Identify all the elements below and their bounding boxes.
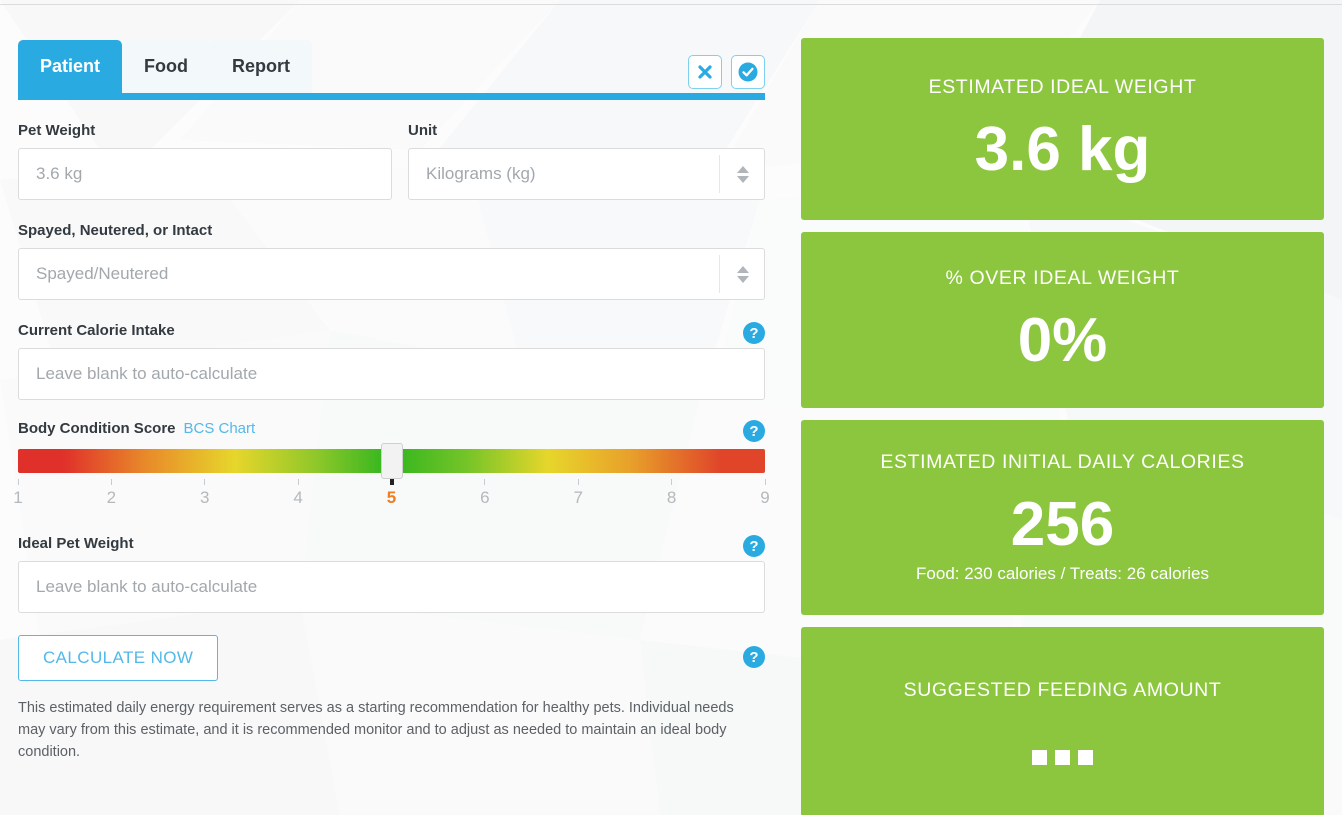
bcs-tick-8[interactable]: 8	[657, 479, 687, 508]
tab-food[interactable]: Food	[122, 40, 210, 93]
tab-patient-label: Patient	[40, 56, 101, 76]
ideal-weight-title: ESTIMATED IDEAL WEIGHT	[928, 75, 1197, 98]
over-ideal-weight-card: % OVER IDEAL WEIGHT 0%	[801, 232, 1324, 408]
loading-dot	[1055, 750, 1070, 765]
tab-underline	[18, 93, 765, 100]
bcs-label-row: Body Condition Score BCS Chart	[18, 420, 765, 437]
bcs-label: Body Condition Score	[18, 420, 176, 437]
current-calorie-intake-field: Current Calorie Intake ?	[18, 322, 765, 400]
chevron-up-icon	[736, 165, 749, 173]
calculate-now-button[interactable]: CALCULATE NOW	[18, 635, 219, 681]
bcs-tick-mark	[297, 479, 299, 485]
ideal-pet-weight-help-icon[interactable]: ?	[743, 535, 765, 557]
bcs-tick-label: 4	[293, 488, 303, 507]
tab-food-label: Food	[144, 56, 188, 76]
close-icon	[698, 65, 712, 79]
bcs-tick-5[interactable]: 5	[377, 479, 407, 508]
daily-calories-card: ESTIMATED INITIAL DAILY CALORIES 256 Foo…	[801, 420, 1324, 615]
bcs-tick-7[interactable]: 7	[563, 479, 593, 508]
bcs-tick-3[interactable]: 3	[190, 479, 220, 508]
bcs-tick-mark	[17, 479, 19, 485]
bcs-help-icon[interactable]: ?	[743, 420, 765, 442]
tab-action-buttons	[688, 55, 765, 93]
results-panel: ESTIMATED IDEAL WEIGHT 3.6 kg % OVER IDE…	[801, 38, 1324, 815]
bcs-tick-4[interactable]: 4	[283, 479, 313, 508]
top-divider	[0, 4, 1342, 5]
loading-dot	[1078, 750, 1093, 765]
daily-calories-breakdown: Food: 230 calories / Treats: 26 calories	[916, 563, 1209, 583]
unit-field: Unit	[408, 122, 765, 200]
bcs-tick-label: 2	[106, 488, 117, 507]
spay-status-select[interactable]	[18, 248, 765, 300]
tab-report-label: Report	[232, 56, 290, 76]
ideal-pet-weight-input[interactable]	[18, 561, 765, 613]
current-calorie-intake-input[interactable]	[18, 348, 765, 400]
bcs-tick-label: 3	[200, 488, 210, 507]
bcs-tick-mark	[110, 479, 112, 485]
unit-stepper[interactable]	[719, 155, 765, 193]
ideal-weight-value: 3.6 kg	[974, 114, 1151, 184]
feeding-amount-card: SUGGESTED FEEDING AMOUNT	[801, 627, 1324, 815]
chevron-up-icon	[736, 265, 749, 273]
loading-dot	[1032, 750, 1047, 765]
tab-report[interactable]: Report	[210, 40, 312, 93]
check-circle-icon	[738, 62, 758, 82]
calculate-help-icon[interactable]: ?	[743, 646, 765, 668]
bcs-tick-mark	[204, 479, 206, 485]
close-button[interactable]	[688, 55, 722, 89]
pet-weight-label: Pet Weight	[18, 122, 96, 139]
bcs-tick-label: 8	[666, 488, 677, 507]
bcs-tick-9[interactable]: 9	[750, 479, 780, 508]
tab-bar: Patient Food Report	[18, 40, 765, 93]
ideal-weight-card: ESTIMATED IDEAL WEIGHT 3.6 kg	[801, 38, 1324, 220]
app-root: Patient Food Report Pet Weight 3.6 kg Un…	[0, 0, 1342, 815]
chevron-down-icon	[736, 175, 749, 183]
chevron-down-icon	[736, 275, 749, 283]
over-ideal-weight-title: % OVER IDEAL WEIGHT	[945, 266, 1180, 289]
confirm-button[interactable]	[731, 55, 765, 89]
pet-weight-input[interactable]	[18, 148, 392, 200]
daily-calories-title: ESTIMATED INITIAL DAILY CALORIES	[880, 451, 1245, 474]
bcs-slider-thumb[interactable]	[380, 443, 403, 479]
bcs-tick-6[interactable]: 6	[470, 479, 500, 508]
bcs-tick-mark	[389, 479, 394, 485]
over-ideal-weight-value: 0%	[1017, 305, 1108, 375]
bcs-chart-link[interactable]: BCS Chart	[184, 420, 256, 437]
tab-patient[interactable]: Patient	[18, 40, 123, 93]
bcs-tick-label: 7	[573, 488, 583, 507]
bcs-tick-label: 5	[386, 488, 397, 507]
bcs-tick-mark	[577, 479, 579, 485]
body-condition-score-field: Body Condition Score BCS Chart ? 1 2 3 4 5 6 7…	[13, 420, 770, 513]
bcs-tick-mark	[484, 479, 486, 485]
calculate-row: CALCULATE NOW ?	[18, 635, 765, 681]
loading-indicator	[1032, 750, 1093, 765]
ideal-pet-weight-field: Ideal Pet Weight ?	[18, 535, 765, 613]
bcs-tick-mark	[671, 479, 673, 485]
current-calorie-intake-label: Current Calorie Intake	[18, 322, 175, 339]
current-calorie-help-icon[interactable]: ?	[743, 322, 765, 344]
unit-select[interactable]	[408, 148, 765, 200]
feeding-amount-title: SUGGESTED FEEDING AMOUNT	[903, 679, 1222, 701]
disclaimer-text: This estimated daily energy requirement …	[18, 700, 734, 760]
pet-weight-field: Pet Weight	[18, 122, 392, 200]
patient-form-panel: Patient Food Report Pet Weight 3.6 kg Un…	[13, 40, 770, 778]
bcs-tick-label: 9	[760, 488, 770, 507]
unit-label: Unit	[408, 122, 438, 139]
spay-status-label: Spayed, Neutered, or Intact	[18, 222, 213, 239]
weight-unit-row: Pet Weight Unit	[18, 122, 765, 200]
ideal-pet-weight-label: Ideal Pet Weight	[18, 535, 134, 552]
spay-status-field: Spayed, Neutered, or Intact	[18, 222, 765, 300]
bcs-tick-label: 6	[480, 488, 490, 507]
spay-status-stepper[interactable]	[719, 255, 765, 293]
bcs-tick-label: 1	[13, 488, 23, 507]
bcs-tick-mark	[764, 479, 766, 485]
daily-calories-value: 256	[1010, 490, 1115, 560]
bcs-scale: 1 2 3 4 5 6 7 8 9	[13, 479, 770, 513]
bcs-slider[interactable]	[18, 443, 765, 479]
bcs-tick-1[interactable]: 1	[3, 479, 33, 508]
bcs-tick-2[interactable]: 2	[96, 479, 126, 508]
